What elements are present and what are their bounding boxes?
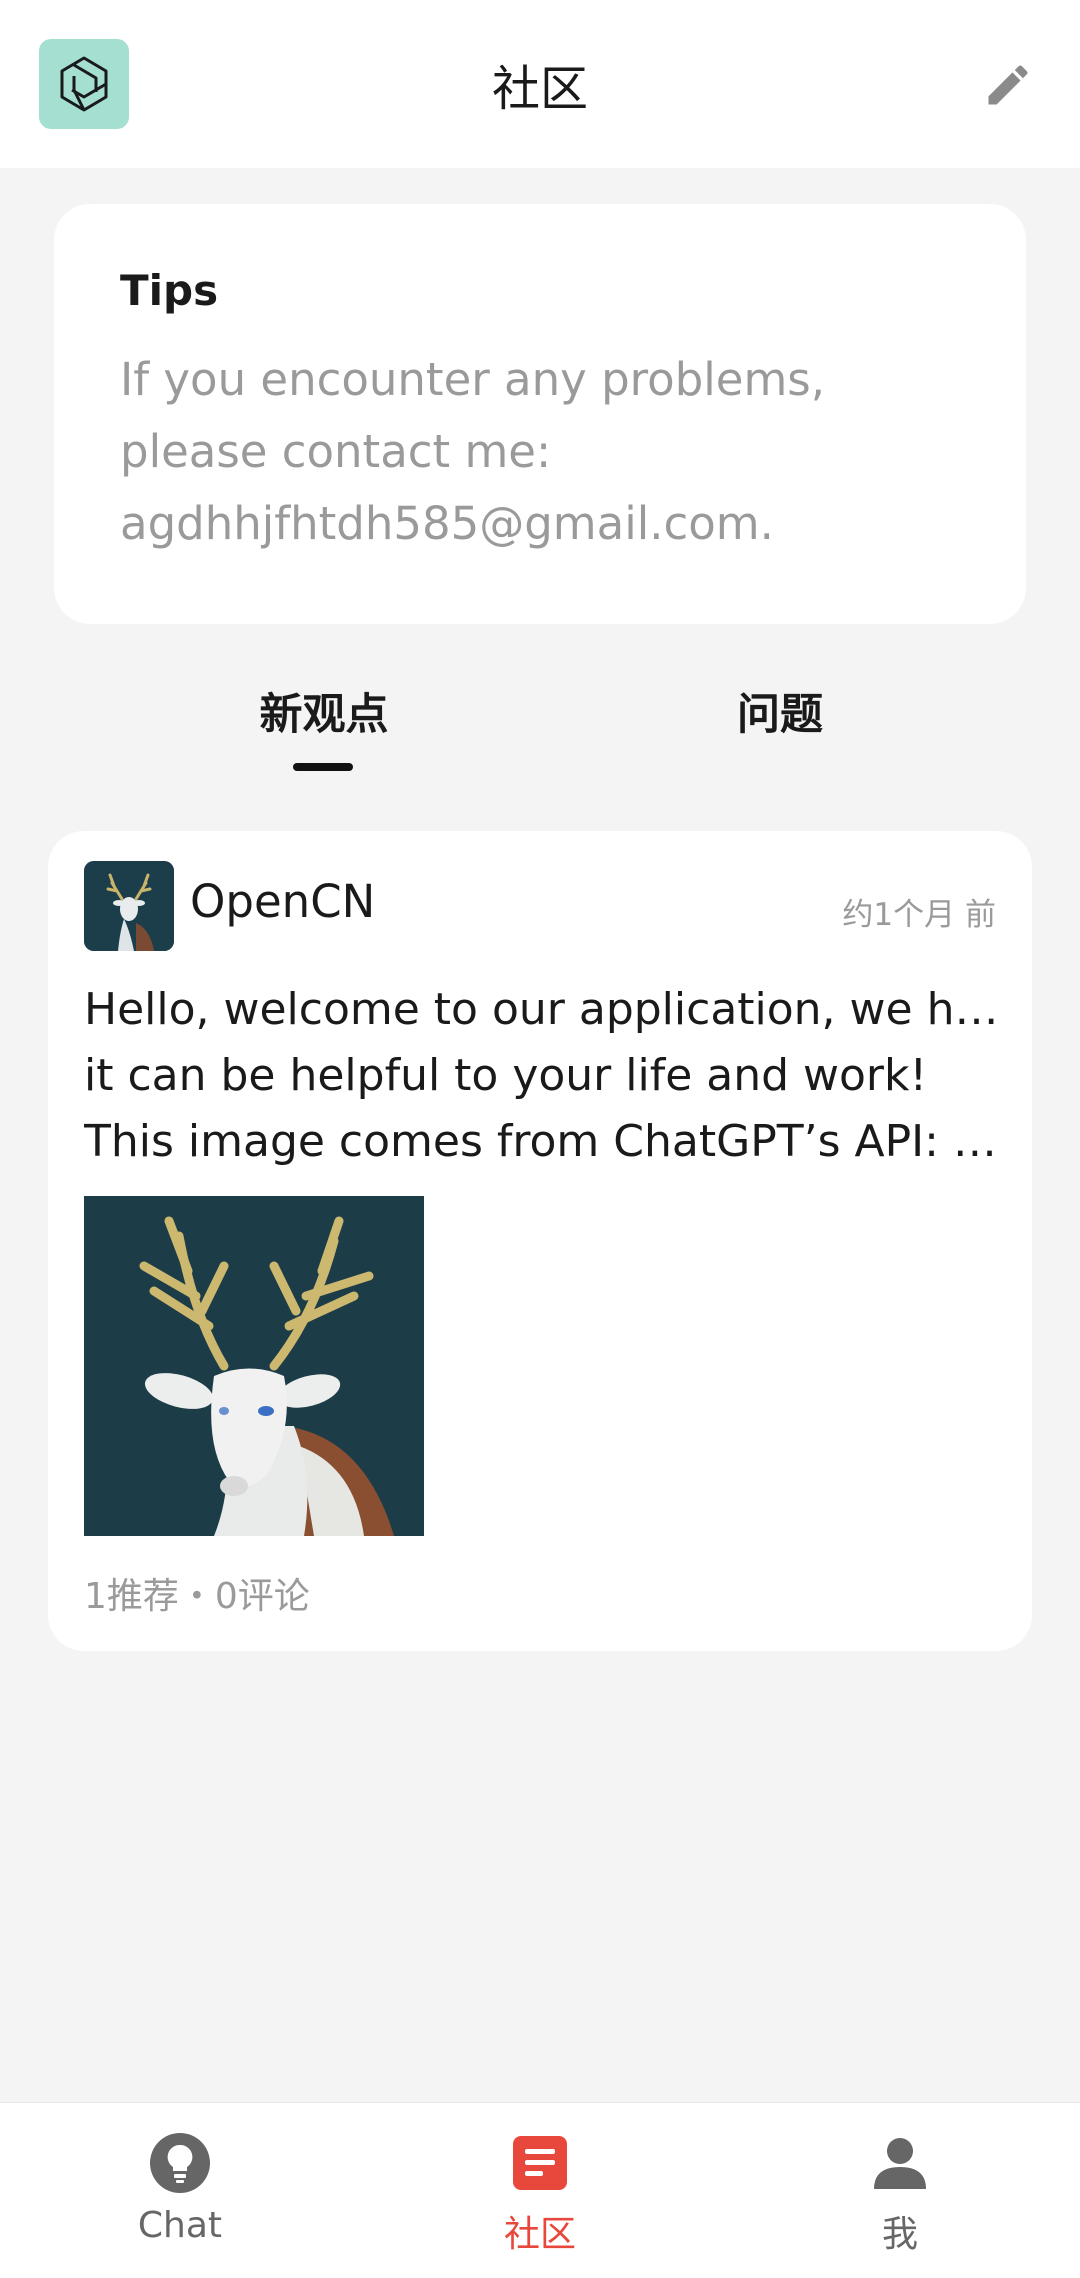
post-timestamp: 约1个月 前 — [842, 897, 996, 933]
tips-card: Tips If you encounter any problems, plea… — [54, 204, 1026, 624]
tips-message: If you encounter any problems, please co… — [120, 344, 980, 560]
post-body-line: This image comes from ChatGPT’s API: C… — [84, 1116, 1004, 1167]
tab-questions[interactable]: 问题 — [630, 680, 930, 780]
post-image[interactable] — [84, 1196, 424, 1536]
post-author[interactable]: OpenCN — [190, 875, 375, 928]
person-icon — [868, 2131, 932, 2195]
post-stats: 1推荐・0评论 — [84, 1576, 310, 1617]
bottom-navigation: Chat 社区 我 — [0, 2102, 1080, 2278]
page-title: 社区 — [491, 61, 588, 117]
post-body[interactable]: Hello, welcome to our application, we ho… — [84, 977, 1004, 1175]
avatar[interactable] — [84, 861, 174, 951]
feed-tabs: 新观点 问题 — [0, 680, 1080, 780]
nav-label-chat: Chat — [137, 2205, 223, 2246]
tips-email[interactable]: agdhhjfhtdh585@gmail.com. — [120, 488, 980, 560]
post-body-line: it can be helpful to your life and work! — [84, 1050, 928, 1101]
nav-label-community: 社区 — [503, 2214, 576, 2255]
deer-figurine-image — [84, 1196, 424, 1536]
top-app-bar: 社区 — [0, 0, 1080, 168]
lightbulb-icon — [148, 2131, 212, 2195]
nav-item-me[interactable]: 我 — [750, 2103, 1050, 2278]
post-body-line: Hello, welcome to our application, we ho… — [84, 984, 1004, 1035]
app-logo-icon[interactable] — [39, 39, 129, 129]
pencil-icon — [988, 65, 1028, 105]
nav-label-me: 我 — [881, 2214, 918, 2255]
tips-title: Tips — [120, 266, 219, 315]
tips-line: If you encounter any problems, — [120, 353, 826, 406]
post-card[interactable]: OpenCN 约1个月 前 Hello, welcome to our appl… — [48, 831, 1032, 1651]
nav-item-chat[interactable]: Chat — [30, 2103, 330, 2278]
active-tab-indicator — [293, 763, 353, 771]
tips-line: please contact me: — [120, 425, 552, 478]
document-icon — [508, 2131, 572, 2195]
nav-item-community[interactable]: 社区 — [390, 2103, 690, 2278]
edit-post-button[interactable] — [975, 52, 1041, 118]
